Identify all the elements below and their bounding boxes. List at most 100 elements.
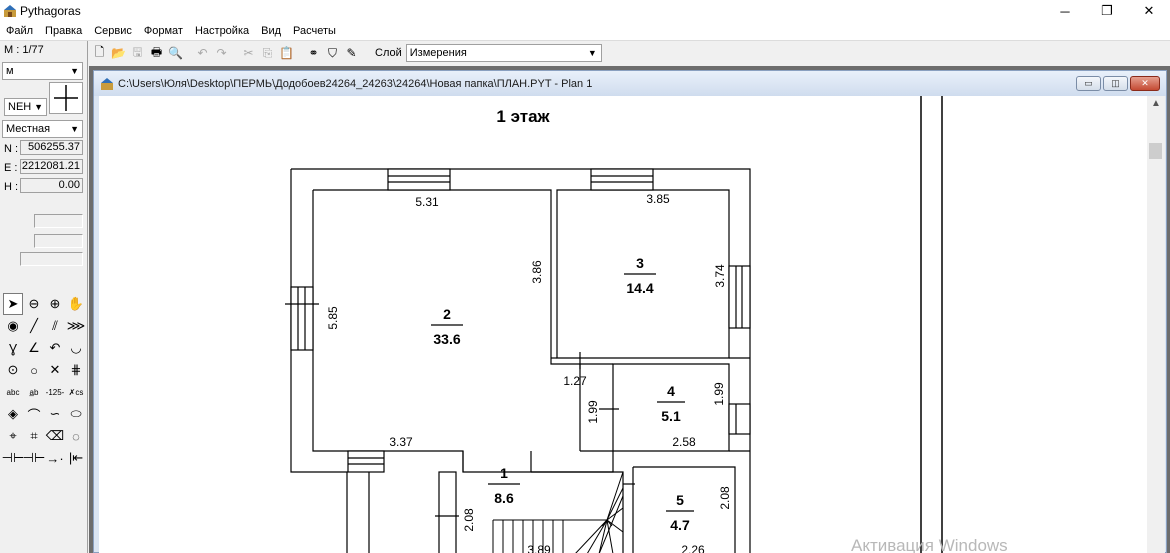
multi-line-icon: ⋙ [66,318,86,333]
hatch-tool[interactable]: ⋕ [66,359,86,381]
scrollbar-thumb[interactable] [1149,143,1162,159]
room-2-number: 2 [443,306,451,322]
print-preview-button[interactable]: 🔍 [166,44,185,63]
menu-calculations[interactable]: Расчеты [287,25,342,37]
dimension-label: 1.27 [563,374,587,388]
menu-file[interactable]: Файл [0,25,39,37]
restore-button[interactable]: ❐ [1086,0,1128,22]
intersection-tool[interactable]: ✕ [45,359,65,381]
arc-center-icon: ◡ [70,340,82,355]
point-tool[interactable]: ◉ [3,315,23,337]
save-button[interactable]: 🖫 [128,44,147,63]
coord-h-field[interactable]: 0.00 [20,178,83,193]
menu-settings[interactable]: Настройка [189,25,255,37]
arc-icon: ↶ [49,340,61,355]
line-tool[interactable]: ╱ [24,315,44,337]
copy-button[interactable]: ⎘ [258,44,277,63]
crosshair-icon [54,85,78,111]
coord-n-field[interactable]: 506255.37 [20,140,83,155]
parcel-tool[interactable]: ⌗ [24,425,44,447]
open-folder-button[interactable]: 📂 [109,44,128,63]
perpendicular-icon: Ɣ [8,340,18,356]
layer-icon: ⛉ [327,45,337,60]
floor-plan: 1 этаж 2 33.6 3 14.4 4 5.1 1 8.6 5 4.7 5… [285,96,943,553]
cut-button[interactable]: ✂ [239,44,258,63]
find-binoculars-button[interactable]: ⚭ [304,44,323,63]
measure-area-tool[interactable]: ⌖ [3,425,23,447]
text-tool[interactable]: abc [3,381,23,403]
app-icon [4,5,16,17]
spline-tool[interactable]: ∽ [45,403,65,425]
pan-hand-icon: ✋ [67,296,85,311]
pan-hand-tool[interactable]: ✋ [66,293,86,315]
zoom-out-tool[interactable]: ⊖ [24,293,44,315]
dimension-label: 3.37 [389,435,413,449]
dimension-chain-tool[interactable]: ⊣⊢ [2,447,25,469]
dimension-arrow-tool[interactable]: →· [45,447,65,469]
dimension-label: 2.26 [681,543,705,553]
new-file-button[interactable]: 🗋 [90,44,109,63]
doc-restore-button[interactable]: ◫ [1103,76,1128,91]
dimension-chain-2-tool[interactable]: ⊣⊢ [23,447,46,469]
vertical-scrollbar[interactable]: ▲ [1147,96,1165,553]
room-5-area: 4.7 [670,517,690,533]
dimension-start-tool[interactable]: |⇤ [66,447,86,469]
angle-tool[interactable]: ∠ [24,337,44,359]
circle-icon: ○ [30,362,38,378]
redo-button[interactable]: ↷ [212,44,231,63]
coord-system-select[interactable]: Местная ▼ [2,120,83,138]
arc-center-tool[interactable]: ◡ [66,337,86,359]
menu-view[interactable]: Вид [255,25,287,37]
arc-tool[interactable]: ↶ [45,337,65,359]
layer-button[interactable]: ⛉ [323,44,342,63]
undo-button[interactable]: ↶ [193,44,212,63]
eraser-tool[interactable]: ⌫ [45,425,65,447]
unit-select[interactable]: м ▼ [2,62,83,80]
drawing-canvas[interactable]: 1 этаж 2 33.6 3 14.4 4 5.1 1 8.6 5 4.7 5… [99,96,1147,553]
text-vertical-tool[interactable]: a̲b [24,381,44,403]
room-2-area: 33.6 [433,331,460,347]
select-arrow-tool[interactable]: ➤ [3,293,23,315]
dimension-label: 1.99 [586,400,600,424]
dimension-labels: 5.31 3.85 3.86 3.74 5.85 1.27 1.99 1.99 … [326,192,732,553]
coord-order-select[interactable]: NEH ▼ [4,98,47,116]
intersection-icon: ✕ [49,362,61,377]
doc-minimize-button[interactable]: ▭ [1076,76,1101,91]
print-button[interactable]: 🖶 [147,44,166,63]
text-vertical-icon: a̲b [29,387,39,397]
scroll-up-icon[interactable]: ▲ [1147,98,1165,112]
curve-tool[interactable]: ⌒ [24,403,44,425]
dimension-label: 3.85 [646,192,670,206]
doc-close-button[interactable]: ✕ [1130,76,1160,91]
circle-center-tool[interactable]: ⊙ [3,359,23,381]
menu-edit[interactable]: Правка [39,25,88,37]
zoom-in-tool[interactable]: ⊕ [45,293,65,315]
symbol-tool[interactable]: ◈ [3,403,23,425]
document-path: C:\Users\Юля\Desktop\ПЕРМЬ\Додобоев24264… [118,77,593,90]
dimension-label: 1.99 [712,382,726,406]
menu-format[interactable]: Формат [138,25,189,37]
lasso-tool[interactable]: ◌ [66,425,86,447]
unit-value: м [6,65,14,77]
circle-tool[interactable]: ○ [24,359,44,381]
room-labels: 2 33.6 3 14.4 4 5.1 1 8.6 5 4.7 [431,255,694,533]
paste-button[interactable]: 📋 [277,44,296,63]
dimension-tool[interactable]: -125- [45,381,65,403]
menu-service[interactable]: Сервис [88,25,138,37]
ellipse-tool[interactable]: ⬭ [66,403,86,425]
multi-line-tool[interactable]: ⋙ [66,315,86,337]
parallel-lines-tool[interactable]: ⫽ [45,315,65,337]
orientation-cross-box[interactable] [49,82,83,114]
document-title-bar: C:\Users\Юля\Desktop\ПЕРМЬ\Додобоев24264… [94,71,1166,96]
lasso-icon: ◌ [72,428,80,444]
coordinate-tool[interactable]: ✗cs [66,381,86,403]
perpendicular-tool[interactable]: Ɣ [3,337,23,359]
coord-e-field[interactable]: 2212081.21 [20,159,83,174]
angle-icon: ∠ [28,340,40,355]
dimension-label: 5.85 [326,306,340,330]
close-button[interactable]: ✕ [1128,0,1170,22]
minimize-button[interactable]: ─ [1044,0,1086,22]
layer-select[interactable]: Измерения ▼ [405,44,602,62]
style-button[interactable]: ✎ [342,44,361,63]
chevron-down-icon: ▼ [34,102,43,112]
